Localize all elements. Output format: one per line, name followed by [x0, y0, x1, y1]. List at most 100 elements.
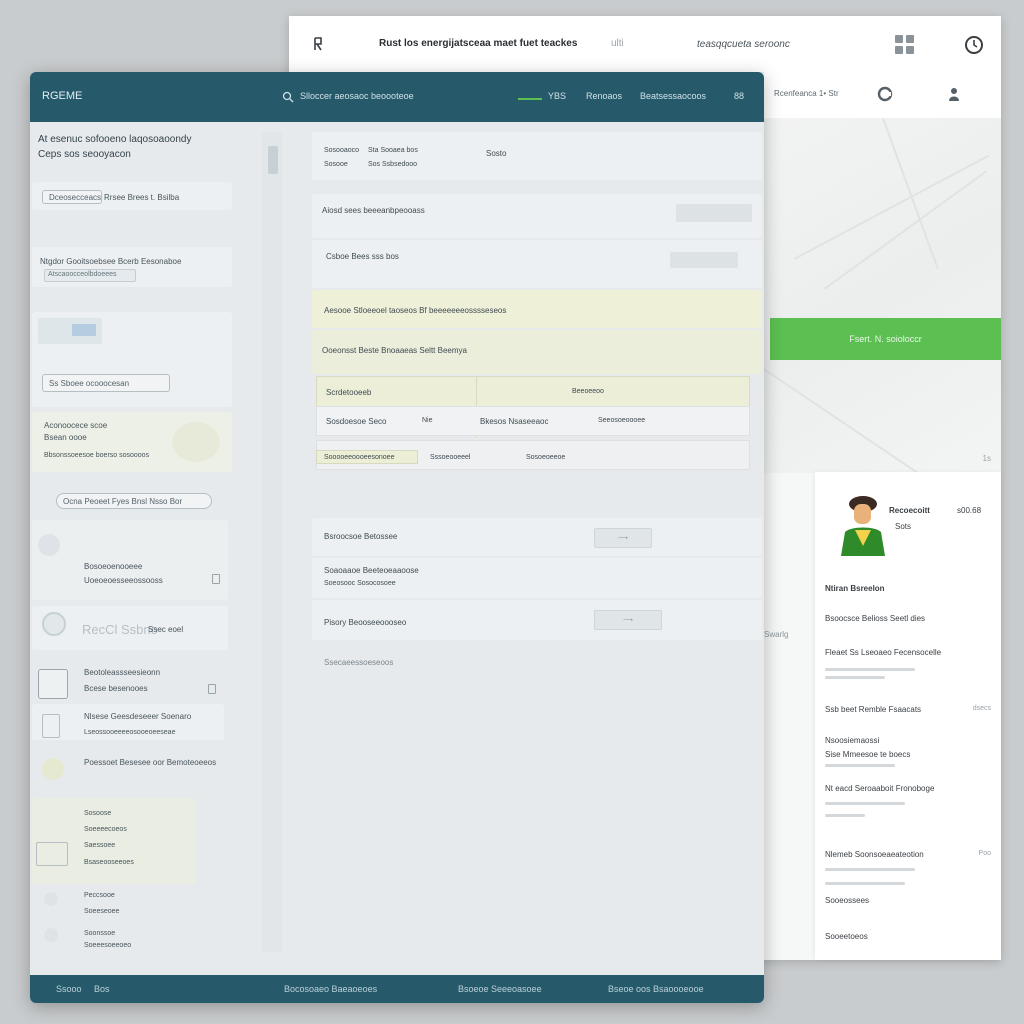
sidebar-subtitle: Ceps sos seooyacon — [38, 149, 131, 160]
list-item-title[interactable]: Beotoleassseesieonn — [84, 668, 160, 677]
footer-item[interactable]: Bsoeoe Seeeoasoee — [458, 984, 542, 994]
value-field[interactable]: Ss Sboee ocooocesan — [42, 374, 170, 392]
profile-price: s00.68 — [957, 506, 982, 515]
info-link[interactable]: Bbsonssoeesoe boerso sosoooos — [44, 452, 149, 459]
table-cell: Sooooeeoooeesonoee — [324, 454, 395, 461]
form-input[interactable] — [676, 204, 752, 222]
app-header: RGEME Slloccer aeosaoc beoooteoe YBS Ren… — [30, 72, 764, 122]
tag-sub: Atscaoocceolbdoeees — [48, 271, 117, 278]
list-item-title[interactable]: Bosoeoenooeee — [84, 562, 142, 571]
scrollbar-track[interactable] — [262, 132, 282, 952]
list-item-sub: Uoeoeoesseeossooss — [84, 576, 163, 585]
list-item-title[interactable]: Nlsese Geesdeseeer Soenaro — [84, 712, 191, 721]
left-sidebar: At esenuc sofooeno laqosoaoondy Ceps sos… — [30, 122, 260, 975]
profile-name: Recoecoitt — [889, 506, 930, 515]
table-cell: Sosdoesoe Seco — [326, 417, 387, 426]
list-item-title[interactable]: RecCl Ssbno — [82, 622, 158, 637]
back-window-search-hint[interactable]: teasqqcueta seroonc — [697, 39, 790, 50]
list-icon — [44, 928, 58, 942]
filter-label: Sosooe — [324, 161, 348, 168]
table-header-cell[interactable]: Scrdetooeeb — [326, 388, 371, 397]
checkbox-icon[interactable] — [212, 574, 220, 584]
search-pill[interactable]: Ocna Peoeet Fyes Bnsl Nsso Bor — [56, 493, 212, 509]
tag-label: Ntgdor Gooitsoebsee Bcerb Eesonaboe — [40, 257, 182, 266]
grid-icon[interactable] — [893, 33, 917, 57]
profile-row[interactable]: Sooeossees — [825, 896, 869, 905]
filter-panel — [312, 132, 762, 180]
list-row-sub: Soeosooc Sosocosoee — [324, 580, 396, 587]
list-row[interactable] — [312, 558, 762, 598]
list-row-label: Pisory Beooseeoooseo — [324, 618, 407, 627]
filter-right[interactable]: Sosto — [486, 149, 506, 158]
back-window-toolbar: Rust los energijatsceaa maet fuet teacke… — [289, 16, 1001, 73]
profile-card: Recoecoitt s00.68 Sots Ntiran Bsreelon B… — [815, 472, 1001, 960]
profile-row[interactable]: Ssb beet Remble Fsaacats — [825, 705, 921, 714]
table-header-cell[interactable]: Beeoeeoo — [572, 388, 604, 395]
list-item-title[interactable]: Sosoose — [84, 810, 111, 817]
list-item-title[interactable]: Saessoee — [84, 842, 115, 849]
map-side-label: Swarlg — [764, 630, 789, 639]
table-cell: Bkesos Nsaseeaoc — [480, 417, 549, 426]
back-window-title-suffix: ulti — [611, 38, 624, 49]
header-count[interactable]: 88 — [734, 91, 744, 101]
search-icon[interactable] — [282, 91, 294, 103]
header-search[interactable]: Slloccer aeosaoc beoooteoe — [300, 91, 414, 101]
clock-icon[interactable] — [963, 34, 985, 56]
bottom-label: Ssecaeessoeseoos — [324, 658, 394, 667]
list-item-sub: Soeeseoee — [84, 908, 120, 915]
profile-row[interactable]: Sooeetoeos — [825, 932, 868, 941]
scrollbar-thumb[interactable] — [268, 146, 278, 174]
info-sub: Bsean oooe — [44, 433, 87, 442]
profile-row[interactable]: Nt eacd Seroaaboit Fronoboge — [825, 784, 934, 793]
filter-value[interactable]: Sos Ssbsedooo — [368, 161, 417, 168]
form-input[interactable] — [670, 252, 738, 268]
highlight-row-label: Aesooe Stloeeoel taoseos Bf beeeeeeeosss… — [324, 306, 507, 315]
user-icon[interactable] — [948, 86, 962, 102]
header-link[interactable]: YBS — [548, 91, 566, 101]
input-preview — [38, 318, 102, 344]
map-view[interactable]: 1s — [764, 118, 1001, 473]
info-graphic — [172, 422, 220, 462]
profile-row[interactable]: Bsoocsce Belioss Seetl dies — [825, 614, 925, 623]
brand-logo[interactable]: RGEME — [42, 90, 82, 102]
list-icon — [44, 892, 58, 906]
list-item-title[interactable]: Soonssoe — [84, 930, 115, 937]
row-action-button[interactable]: ⟶ — [594, 610, 662, 630]
green-banner[interactable]: Fsert. N. soioloccr — [770, 318, 1001, 360]
checkbox-icon[interactable] — [208, 684, 216, 694]
header-link[interactable]: Beatsessaocoos — [640, 91, 706, 101]
list-item-sub: Lseossooeeeeosooeoeeseae — [84, 729, 176, 736]
footer-item[interactable]: Ssooo — [56, 984, 82, 994]
row-action-button[interactable]: ⟶ — [594, 528, 652, 548]
list-row-label: Bsroocsoe Betossee — [324, 532, 398, 541]
back-nav-item[interactable]: Rcenfeanca 1• Str — [774, 89, 839, 98]
header-link[interactable]: Renoaos — [586, 91, 622, 101]
profile-section: Ntiran Bsreelon — [825, 584, 885, 593]
info-title: Aconoocece scoe — [44, 421, 108, 430]
list-block — [32, 520, 228, 600]
chip[interactable]: Dceosecceacs — [42, 190, 102, 204]
green-banner-text: Fsert. N. soioloccr — [849, 334, 922, 344]
list-icon — [42, 612, 66, 636]
table-cell: Sssoeooeeel — [430, 454, 471, 461]
filter-value[interactable]: Sta Sooaea bos — [368, 147, 418, 154]
profile-row[interactable]: Fleaet Ss Lseoaeo Fecensocelle — [825, 648, 941, 657]
back-window-title: Rust los energijatsceaa maet fuet teacke… — [379, 38, 578, 49]
profile-row[interactable]: Sise Mmeesoe te boecs — [825, 750, 910, 759]
file-icon — [42, 714, 60, 738]
profile-row[interactable]: Nlemeb Soonsoeaeateotion — [825, 850, 924, 859]
back-arrow-icon[interactable] — [311, 36, 325, 52]
profile-meta: Poo — [978, 850, 991, 857]
footer-item[interactable]: Bocosoaeo Baeaoeoes — [284, 984, 377, 994]
chip-right[interactable]: Rrsee Brees t. Bsilba — [104, 193, 179, 202]
profile-row[interactable]: Nsoosiemaossi — [825, 736, 879, 745]
app-footer: Ssooo Bos Bocosoaeo Baeaoeoes Bsoeoe See… — [30, 975, 764, 1003]
footer-item[interactable]: Bseoe oos Bsaoooeooe — [608, 984, 704, 994]
sidebar-title: At esenuc sofooeno laqosoaoondy — [38, 134, 192, 145]
table-cell: Seeosoeoooee — [598, 417, 646, 424]
settings-icon[interactable] — [876, 85, 894, 103]
list-item-title[interactable]: Poessoet Besesee oor Bemoteoeeos — [84, 758, 216, 767]
list-item-sub: Soeeesoeeoeo — [84, 942, 132, 949]
footer-item[interactable]: Bos — [94, 984, 110, 994]
list-item-title[interactable]: Peccsooe — [84, 892, 115, 899]
